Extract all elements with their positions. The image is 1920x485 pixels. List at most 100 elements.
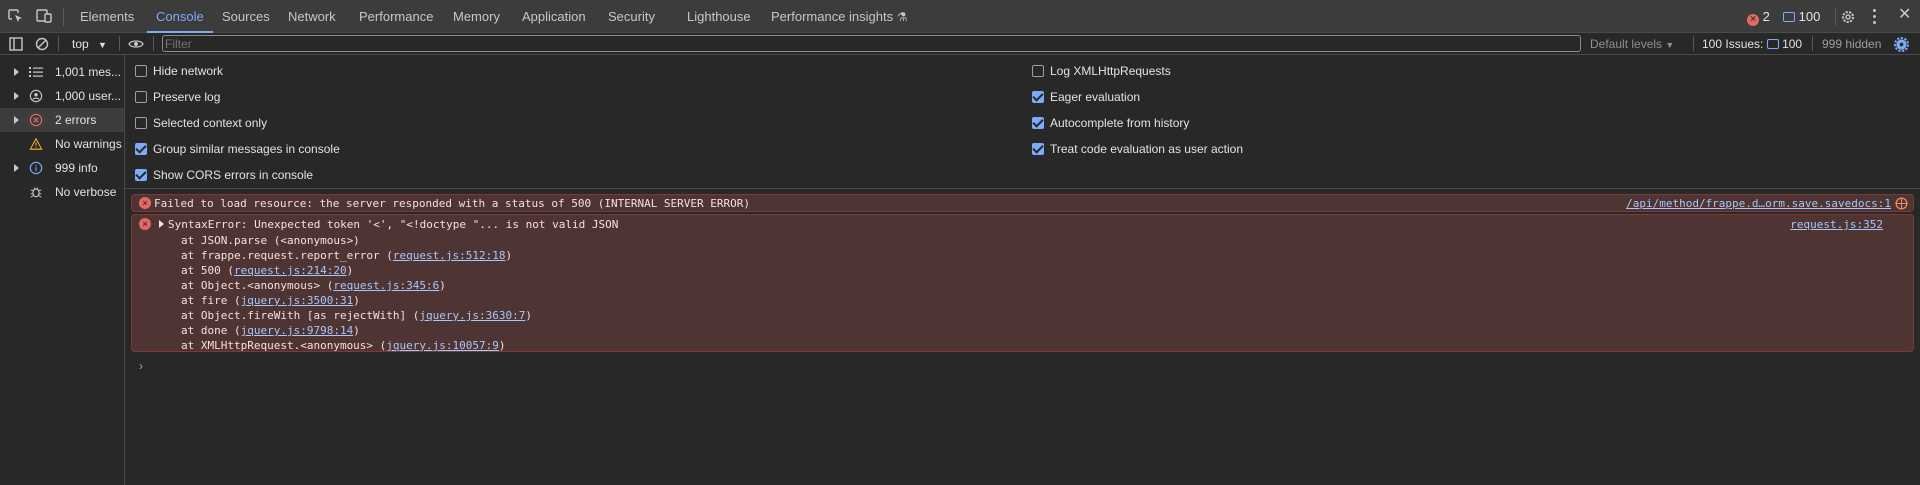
error-icon: × [139, 218, 151, 230]
error-icon: × [1747, 14, 1759, 26]
device-toolbar-icon[interactable] [36, 9, 52, 23]
stack-frame-link[interactable]: request.js:512:18 [393, 249, 506, 262]
divider [58, 36, 59, 51]
stack-frame-text: at fire ( [181, 294, 241, 307]
more-options-icon[interactable] [1873, 8, 1877, 24]
divider [119, 36, 120, 51]
sidebar-item-user-messages[interactable]: 1,000 user... [0, 84, 124, 108]
clear-console-icon[interactable] [35, 37, 49, 51]
tab-performance[interactable]: Performance [359, 0, 433, 33]
checkbox[interactable] [1032, 117, 1044, 129]
source-link[interactable]: request.js:352 [1790, 218, 1883, 231]
tab-network[interactable]: Network [288, 0, 336, 33]
console-settings-gear-icon[interactable] [1894, 37, 1909, 52]
network-request-icon[interactable] [1895, 197, 1908, 210]
sidebar-item-verbose[interactable]: No verbose [0, 180, 124, 204]
error-icon: × [139, 197, 151, 209]
sidebar-item-label: No warnings [55, 137, 122, 151]
dropdown-arrow-icon: ▼ [1665, 40, 1675, 50]
stack-frame-link[interactable]: jquery.js:3500:31 [241, 294, 354, 307]
stack-frame-text: ) [439, 279, 446, 292]
expand-arrow-icon[interactable] [14, 164, 19, 172]
context-selector[interactable]: top ▼ [72, 36, 107, 52]
expand-arrow-icon[interactable] [159, 220, 164, 228]
stack-frame: at done (jquery.js:9798:14) [181, 323, 360, 338]
log-levels-dropdown[interactable]: Default levels ▼ [1590, 36, 1674, 52]
console-error-message[interactable]: × Failed to load resource: the server re… [131, 194, 1914, 212]
error-count-badge[interactable]: × 2 [1747, 8, 1770, 26]
checkbox[interactable] [1032, 91, 1044, 103]
checkbox-label: Selected context only [153, 116, 268, 130]
filter-input[interactable] [162, 35, 1581, 52]
source-link[interactable]: /api/method/frappe.d…orm.save.savedocs:1 [1626, 197, 1891, 210]
gear-icon[interactable] [1840, 9, 1856, 25]
console-error-message-expanded[interactable]: × SyntaxError: Unexpected token '<', "<!… [131, 214, 1914, 352]
issues-count: 100 [1782, 37, 1803, 51]
stack-frame-text: at Object.fireWith [as rejectWith] ( [181, 309, 420, 322]
bug-icon [30, 187, 42, 198]
tab-lighthouse[interactable]: Lighthouse [687, 0, 751, 33]
close-icon[interactable]: ✕ [1898, 5, 1911, 25]
sidebar-item-label: 2 errors [55, 113, 97, 127]
live-expression-eye-icon[interactable] [128, 37, 144, 51]
inspect-element-icon[interactable] [8, 9, 24, 23]
message-count-badge[interactable]: 100 [1783, 8, 1820, 26]
issues-button[interactable]: 100 Issues: 100 [1702, 36, 1802, 52]
info-icon [29, 161, 43, 175]
stack-frame-text: at XMLHttpRequest.<anonymous> ( [181, 339, 387, 352]
checkbox[interactable] [1032, 143, 1044, 155]
checkbox[interactable] [1032, 65, 1044, 77]
console-settings-panel: Hide network Preserve log Selected conte… [125, 55, 1920, 189]
log-levels-label: Default levels [1590, 37, 1663, 51]
stack-frame-link[interactable]: jquery.js:9798:14 [241, 324, 354, 337]
stack-frame-text: at 500 ( [181, 264, 234, 277]
expand-arrow-icon[interactable] [14, 116, 19, 124]
console-prompt-caret[interactable]: › [139, 359, 143, 373]
tab-memory[interactable]: Memory [453, 0, 500, 33]
sidebar-item-warnings[interactable]: No warnings [0, 132, 124, 156]
list-icon [29, 67, 43, 77]
sidebar-item-messages[interactable]: 1,001 mes... [0, 60, 124, 84]
stack-frame-text: at Object.<anonymous> ( [181, 279, 334, 292]
checkbox[interactable] [135, 143, 147, 155]
sidebar-item-label: 1,001 mes... [55, 65, 122, 79]
tab-console[interactable]: Console [147, 0, 213, 33]
stack-frame: at frappe.request.report_error (request.… [181, 248, 512, 263]
sidebar-toggle-icon[interactable] [9, 37, 23, 51]
stack-frame: at 500 (request.js:214:20) [181, 263, 353, 278]
stack-frame-text: at frappe.request.report_error ( [181, 249, 393, 262]
checkbox[interactable] [135, 169, 147, 181]
tab-performance-insights[interactable]: Performance insights ⚗ [771, 0, 908, 33]
stack-frame-link[interactable]: request.js:345:6 [333, 279, 439, 292]
sidebar-item-label: No verbose [55, 185, 117, 199]
expand-arrow-icon[interactable] [14, 68, 19, 76]
checkbox[interactable] [135, 91, 147, 103]
stack-frame: at JSON.parse (<anonymous>) [181, 233, 360, 248]
checkbox[interactable] [135, 65, 147, 77]
checkbox-label: Preserve log [153, 90, 221, 104]
checkbox[interactable] [135, 117, 147, 129]
tab-security[interactable]: Security [608, 0, 655, 33]
sidebar-item-label: 999 info [55, 161, 98, 175]
stack-frame-text: ) [525, 309, 533, 322]
divider [1693, 36, 1694, 51]
stack-frame: at Object.<anonymous> (request.js:345:6) [181, 278, 446, 293]
tab-elements[interactable]: Elements [80, 0, 134, 33]
tab-sources[interactable]: Sources [222, 0, 270, 33]
divider [63, 8, 64, 26]
stack-frame-link[interactable]: jquery.js:3630:7 [419, 309, 525, 322]
stack-frame-text: ) [498, 339, 506, 352]
user-icon [29, 89, 43, 103]
stack-frame-text: ) [346, 264, 354, 277]
tab-application[interactable]: Application [522, 0, 586, 33]
divider [153, 36, 154, 51]
stack-frame-link[interactable]: request.js:214:20 [234, 264, 347, 277]
console-sidebar: 1,001 mes... 1,000 user... 2 errors No w… [0, 55, 125, 485]
error-text: SyntaxError: Unexpected token '<', "<!do… [168, 218, 619, 231]
sidebar-item-errors[interactable]: 2 errors [0, 108, 124, 132]
stack-frame-text: at JSON.parse (<anonymous>) [181, 234, 360, 247]
error-text: Failed to load resource: the server resp… [154, 197, 751, 210]
expand-arrow-icon[interactable] [14, 92, 19, 100]
stack-frame-link[interactable]: jquery.js:10057:9 [386, 339, 499, 352]
sidebar-item-info[interactable]: 999 info [0, 156, 124, 180]
